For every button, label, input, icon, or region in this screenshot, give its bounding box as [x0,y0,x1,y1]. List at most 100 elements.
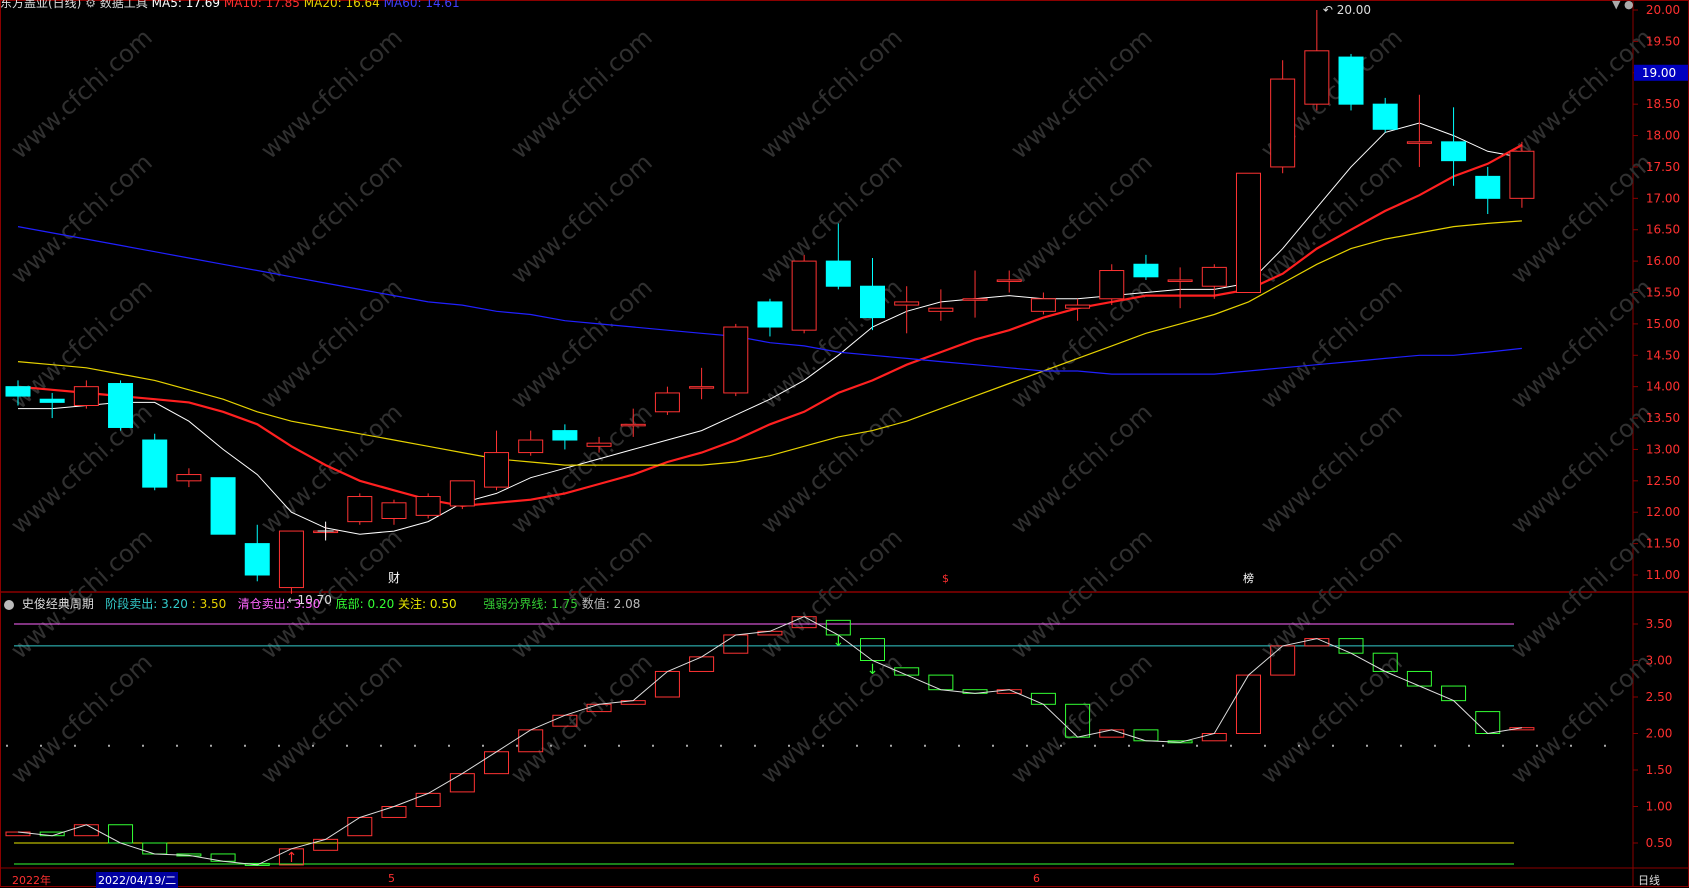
strong-weak-dot [822,744,824,747]
candle[interactable] [39,398,65,403]
candle[interactable] [1406,141,1432,144]
candle[interactable] [1270,78,1296,168]
candle[interactable] [1475,175,1501,199]
indicator-bar[interactable] [415,792,441,807]
candle[interactable] [1509,150,1535,199]
candle[interactable] [586,442,612,447]
indicator-bar[interactable] [142,842,168,855]
candle[interactable] [860,285,885,319]
watermark-text: www.cfchi.com [505,648,657,789]
watermark-text: www.cfchi.com [1505,273,1657,414]
candle[interactable] [1167,279,1193,282]
indicator-bar[interactable] [1406,670,1432,687]
candle[interactable] [1065,304,1091,309]
ma5-value: MA5: 17.69 [151,0,221,10]
clear-sell-value: 3.50 [293,597,321,611]
indicator-bar[interactable] [928,674,954,691]
period-button[interactable]: 日线 [1638,872,1660,888]
watermark-text: www.cfchi.com [1255,273,1407,414]
candle[interactable] [142,439,168,488]
candle[interactable] [381,502,407,519]
candle[interactable] [552,430,578,441]
candle[interactable] [996,279,1022,282]
watermark-text: www.cfchi.com [5,148,157,289]
candle[interactable] [1030,298,1056,312]
candle[interactable] [825,260,851,287]
candle[interactable] [244,543,270,576]
month-5-label: 5 [388,872,395,885]
candle[interactable] [518,439,544,454]
candle[interactable] [1133,263,1159,278]
indicator-bar[interactable] [73,824,99,837]
indicator-bar[interactable] [1441,685,1467,702]
indicator-bar[interactable] [825,619,851,636]
candle[interactable] [176,474,202,482]
price-tick-label: 18.50 [1646,97,1680,111]
indicator-bar[interactable] [723,634,749,654]
candle[interactable] [1235,172,1261,294]
candle[interactable] [689,386,715,389]
indicator-bar[interactable] [381,806,407,818]
candle[interactable] [108,383,134,428]
candle[interactable] [1304,50,1330,105]
month-6-label: 6 [1033,872,1040,885]
indicator-bar[interactable] [689,656,715,672]
indicator-bar[interactable] [108,824,134,844]
scroll-up-icon[interactable]: ▼ [1612,0,1620,11]
event-marker-list: 榜 [1243,571,1254,585]
candle[interactable] [894,301,920,306]
candle[interactable] [620,423,646,427]
candle[interactable] [278,530,304,589]
settings-icon[interactable]: ⚙ [85,0,96,10]
candle[interactable] [5,386,31,397]
ind-tick-label: 1.50 [1646,763,1673,777]
candle[interactable] [415,496,441,516]
candle[interactable] [1338,56,1364,105]
buy-arrow-icon: ↑ [286,850,298,866]
indicator-bar[interactable] [313,838,339,851]
strong-weak-dot [652,744,654,747]
candle[interactable] [928,307,954,312]
cursor-date[interactable]: 2022/04/19/二 [96,872,179,888]
strong-weak-dot [1536,744,1538,747]
candle[interactable] [791,260,817,331]
indicator-bar[interactable] [654,670,680,698]
stage-sell-b: 3.50 [199,597,227,611]
strong-weak-dot [1230,744,1232,747]
chart-scroll-icons[interactable]: ▼ ● [1612,0,1634,11]
indicator-bar[interactable] [449,773,475,793]
indicator-bar[interactable] [1133,729,1159,742]
candle[interactable] [1099,270,1125,300]
indicator-bar[interactable] [1099,729,1125,738]
indicator-bar[interactable] [484,751,510,775]
price-tick-label: 16.50 [1646,223,1680,237]
indicator-bar[interactable] [1235,674,1261,734]
price-tick-label: 17.50 [1646,160,1680,174]
candle[interactable] [210,477,236,535]
candle[interactable] [1201,266,1227,287]
candle[interactable] [962,298,988,301]
strong-weak-dot [74,744,76,747]
watermark-text: www.cfchi.com [5,523,157,664]
candle[interactable] [484,452,510,488]
indicator-bar[interactable] [1201,733,1227,742]
candle[interactable] [347,496,373,523]
indicator-bar[interactable] [1475,711,1501,734]
candle[interactable] [723,326,749,394]
strong-weak-dot [924,744,926,747]
candle[interactable] [1441,141,1467,162]
candle[interactable] [654,392,680,413]
candle[interactable] [73,386,99,406]
stock-chart[interactable]: www.cfchi.com www.cfchi.com www.cfchi.com w… [0,0,1689,887]
strong-weak-dot [754,744,756,747]
price-tick-label: 17.00 [1646,191,1680,205]
zoom-icon[interactable]: ● [1624,0,1634,11]
price-tick-label: 14.50 [1646,348,1680,362]
candle[interactable] [1372,103,1398,130]
indicator-settings-icon[interactable] [4,599,14,610]
event-marker-finance: 财 [388,571,400,585]
candle[interactable] [449,480,475,507]
indicator-bar[interactable] [1030,692,1056,705]
candle[interactable] [757,301,783,328]
indicator-bar[interactable] [347,816,373,837]
